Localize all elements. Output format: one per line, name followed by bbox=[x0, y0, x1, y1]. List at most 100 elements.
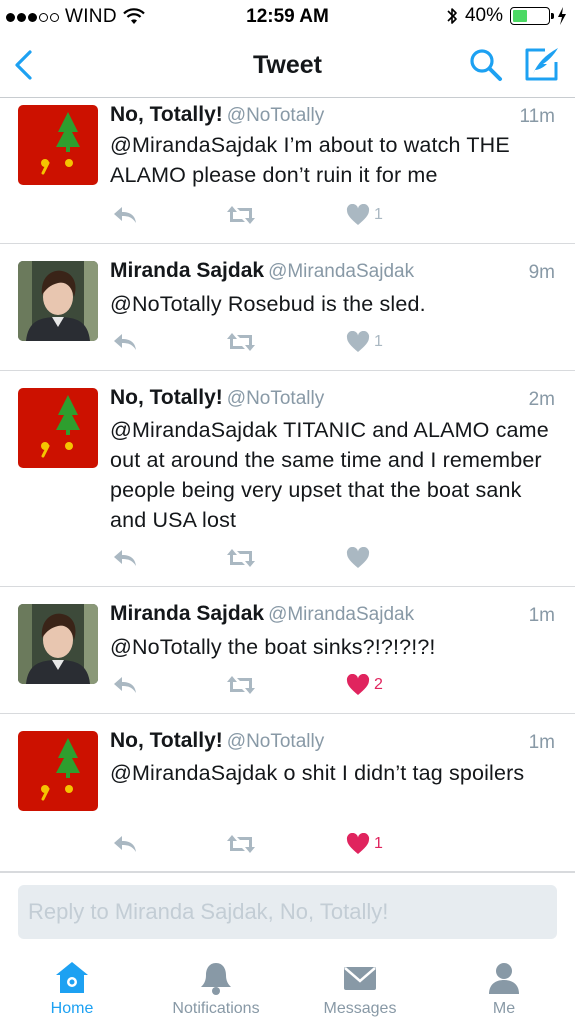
battery-level bbox=[513, 10, 527, 22]
tweet[interactable]: Miranda Sajdak @MirandaSajdak 1m @NoTotal… bbox=[0, 587, 575, 714]
display-name[interactable]: No, Totally! bbox=[110, 386, 223, 409]
handle[interactable]: @NoTotally bbox=[227, 731, 324, 752]
retweet-button[interactable] bbox=[226, 545, 256, 571]
tweet-actions: 1 bbox=[110, 329, 400, 355]
tweet[interactable]: No, Totally! @NoTotally 1m @MirandaSajdak… bbox=[0, 714, 575, 872]
like-button[interactable]: 1 bbox=[346, 831, 383, 857]
retweet-button[interactable] bbox=[226, 672, 256, 698]
heart-icon bbox=[346, 674, 370, 695]
like-count: 1 bbox=[374, 206, 383, 223]
battery-percent: 40% bbox=[464, 5, 503, 26]
like-button[interactable]: 2 bbox=[346, 672, 383, 698]
heart-icon bbox=[346, 833, 370, 854]
like-button[interactable]: 1 bbox=[346, 329, 383, 355]
retweet-button[interactable] bbox=[226, 329, 256, 355]
tweet-header: Miranda Sajdak @MirandaSajdak 9m bbox=[110, 259, 555, 289]
tweet-header: No, Totally! @NoTotally 2m bbox=[110, 386, 555, 416]
status-bar: WIND 12:59 AM 40% bbox=[0, 0, 575, 34]
avatar[interactable] bbox=[18, 105, 98, 185]
handle[interactable]: @NoTotally bbox=[227, 105, 324, 126]
retweet-button[interactable] bbox=[226, 831, 256, 857]
retweet-icon bbox=[227, 835, 255, 853]
tweet-actions: 2 bbox=[110, 672, 400, 698]
charging-bolt-icon bbox=[558, 7, 566, 25]
nav-bar: Tweet bbox=[0, 34, 575, 98]
timestamp: 2m bbox=[528, 389, 555, 410]
tweet-text: @NoTotally Rosebud is the sled. bbox=[110, 292, 426, 316]
tweet-actions bbox=[110, 545, 400, 571]
avatar[interactable] bbox=[18, 388, 98, 468]
person-icon bbox=[489, 963, 519, 994]
battery-icon bbox=[510, 7, 554, 25]
tweet-header: No, Totally! @NoTotally 11m bbox=[110, 103, 555, 133]
compose-tweet-button[interactable] bbox=[523, 46, 561, 82]
timestamp: 1m bbox=[528, 732, 555, 753]
reply-button[interactable] bbox=[112, 329, 138, 355]
like-count: 1 bbox=[374, 835, 383, 852]
avatar[interactable] bbox=[18, 731, 98, 811]
avatar[interactable] bbox=[18, 261, 98, 341]
handle[interactable]: @NoTotally bbox=[227, 388, 324, 409]
tweet-actions: 1 bbox=[110, 202, 400, 228]
tweet-actions: 1 bbox=[110, 831, 400, 857]
tab-home[interactable]: Home bbox=[2, 960, 142, 1018]
tweet-header: No, Totally! @NoTotally 1m bbox=[110, 729, 555, 759]
display-name[interactable]: No, Totally! bbox=[110, 729, 223, 752]
like-count: 1 bbox=[374, 333, 383, 350]
retweet-button[interactable] bbox=[226, 202, 256, 228]
display-name[interactable]: Miranda Sajdak bbox=[110, 259, 264, 282]
handle[interactable]: @MirandaSajdak bbox=[268, 604, 414, 625]
tweet-text: @MirandaSajdak TITANIC and ALAMO came ou… bbox=[110, 418, 549, 532]
tab-bar: Home Notifications Messages Me bbox=[0, 948, 575, 1024]
tab-notifications[interactable]: Notifications bbox=[146, 960, 286, 1018]
handle[interactable]: @MirandaSajdak bbox=[268, 261, 414, 282]
display-name[interactable]: Miranda Sajdak bbox=[110, 602, 264, 625]
reply-button[interactable] bbox=[112, 545, 138, 571]
reply-input[interactable] bbox=[18, 885, 557, 939]
reply-button[interactable] bbox=[112, 831, 138, 857]
reply-icon bbox=[114, 550, 136, 566]
bluetooth-icon bbox=[447, 8, 457, 24]
tab-label: Messages bbox=[323, 1000, 397, 1017]
tab-me[interactable]: Me bbox=[434, 960, 574, 1018]
reply-button[interactable] bbox=[112, 672, 138, 698]
retweet-icon bbox=[227, 549, 255, 567]
reply-icon bbox=[114, 677, 136, 693]
like-button[interactable]: 1 bbox=[346, 202, 383, 228]
retweet-icon bbox=[227, 206, 255, 224]
timestamp: 1m bbox=[528, 605, 555, 626]
retweet-icon bbox=[227, 676, 255, 694]
tweet[interactable]: No, Totally! @NoTotally 2m @MirandaSajdak… bbox=[0, 371, 575, 587]
reply-icon bbox=[114, 836, 136, 852]
bell-icon bbox=[201, 963, 231, 995]
tweet[interactable]: Miranda Sajdak @MirandaSajdak 9m @NoTotal… bbox=[0, 244, 575, 371]
tweet[interactable]: No, Totally! @NoTotally 11m @MirandaSajda… bbox=[0, 99, 575, 244]
status-right: 40% bbox=[446, 5, 567, 27]
avatar[interactable] bbox=[18, 604, 98, 684]
display-name[interactable]: No, Totally! bbox=[110, 103, 223, 126]
tweet-text: @MirandaSajdak o shit I didn’t tag spoil… bbox=[110, 761, 525, 785]
home-icon bbox=[56, 962, 88, 993]
search-button[interactable] bbox=[469, 48, 503, 82]
like-button[interactable] bbox=[346, 545, 374, 571]
tab-label: Notifications bbox=[172, 1000, 260, 1017]
tweet-header: Miranda Sajdak @MirandaSajdak 1m bbox=[110, 602, 555, 632]
heart-icon bbox=[346, 331, 370, 352]
reply-icon bbox=[114, 334, 136, 350]
reply-icon bbox=[114, 207, 136, 223]
retweet-icon bbox=[227, 333, 255, 351]
reply-bar bbox=[0, 872, 575, 948]
tab-messages[interactable]: Messages bbox=[290, 960, 430, 1018]
timestamp: 11m bbox=[519, 106, 555, 127]
heart-icon bbox=[346, 547, 370, 568]
tweet-text: @MirandaSajdak I’m about to watch THE AL… bbox=[110, 133, 510, 187]
tab-label: Home bbox=[50, 1000, 94, 1017]
timestamp: 9m bbox=[528, 262, 555, 283]
heart-icon bbox=[346, 204, 370, 225]
tab-label: Me bbox=[492, 1000, 516, 1017]
tweet-text: @NoTotally the boat sinks?!?!?!?! bbox=[110, 635, 436, 659]
envelope-icon bbox=[344, 967, 376, 990]
reply-button[interactable] bbox=[112, 202, 138, 228]
tweet-list: No, Totally! @NoTotally 11m @MirandaSajda… bbox=[0, 99, 575, 872]
like-count: 2 bbox=[374, 676, 383, 693]
